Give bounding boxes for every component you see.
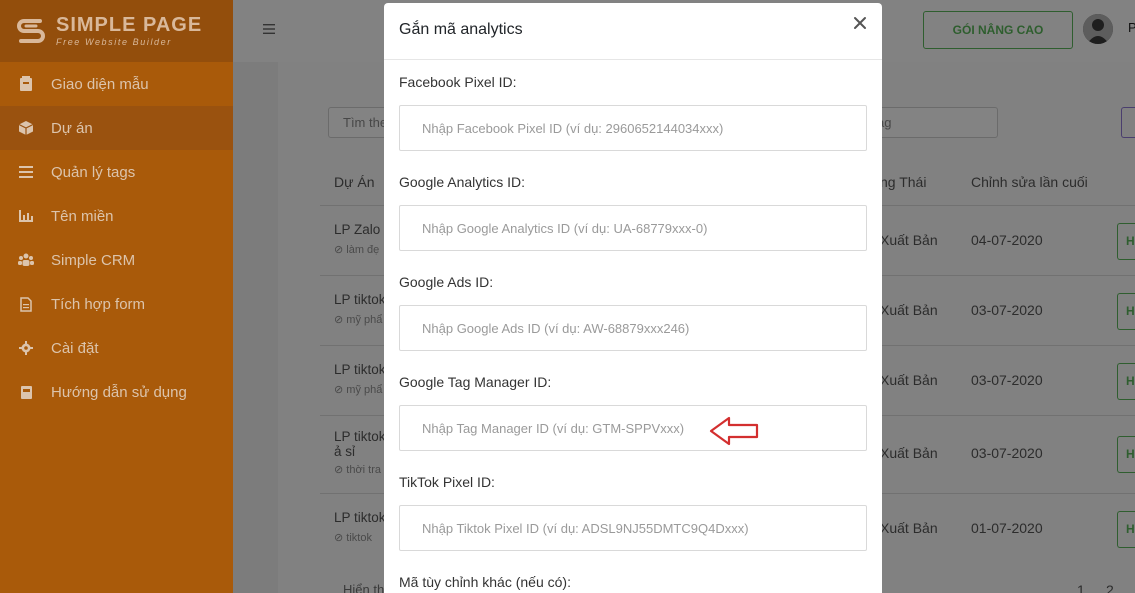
tag-filter-input[interactable]: ag (868, 107, 998, 138)
page-link-2[interactable]: 2 (1106, 582, 1114, 593)
project-tag: ⊘ tiktok (334, 532, 372, 544)
google-ads-label: Google Ads ID: (399, 274, 494, 290)
google-ads-input[interactable] (399, 305, 867, 351)
sidebar-item-templates[interactable]: Giao diện mẫu (0, 62, 233, 106)
gear-icon (18, 340, 34, 356)
modal-title: Gắn mã analytics (399, 21, 523, 38)
template-icon (18, 76, 34, 92)
status-text: Xuất Bản (880, 520, 938, 536)
sidebar-item-crm[interactable]: Simple CRM (0, 238, 233, 282)
close-icon[interactable] (852, 15, 868, 31)
sidebar-item-projects[interactable]: Dự án (0, 106, 233, 150)
users-icon (18, 252, 34, 268)
project-title-continued[interactable]: ả sỉ (334, 444, 355, 459)
modal-header: Gắn mã analytics (384, 3, 882, 60)
sidebar-item-label: Tích hợp form (51, 295, 146, 313)
document-icon (18, 296, 34, 312)
sidebar-item-label: Cài đặt (51, 339, 99, 357)
row-action-button[interactable]: H (1117, 293, 1135, 330)
last-edit-date: 03-07-2020 (971, 302, 1043, 318)
last-edit-date: 04-07-2020 (971, 232, 1043, 248)
page-link-1[interactable]: 1 (1077, 582, 1085, 593)
google-analytics-input[interactable] (399, 205, 867, 251)
status-text: Xuất Bản (880, 445, 938, 461)
sidebar-item-tags[interactable]: Quản lý tags (0, 150, 233, 194)
last-edit-date: 03-07-2020 (971, 372, 1043, 388)
status-text: Xuất Bản (880, 372, 938, 388)
sidebar-item-label: Tên miền (51, 207, 114, 225)
avatar[interactable] (1083, 14, 1113, 44)
pagination-info: Hiển th (343, 582, 385, 593)
list-icon (18, 164, 34, 180)
facebook-pixel-label: Facebook Pixel ID: (399, 74, 517, 90)
bar-chart-icon (18, 208, 34, 224)
arrow-annotation-icon (709, 416, 759, 446)
brand[interactable]: SIMPLE PAGE Free Website Builder (0, 0, 233, 62)
status-text: Xuất Bản (880, 232, 938, 248)
project-title[interactable]: LP tiktok (334, 429, 386, 444)
sidebar-item-domains[interactable]: Tên miền (0, 194, 233, 238)
facebook-pixel-input[interactable] (399, 105, 867, 151)
tiktok-pixel-label: TikTok Pixel ID: (399, 474, 495, 490)
cube-icon (18, 120, 34, 136)
custom-code-label: Mã tùy chỉnh khác (nếu có): (399, 574, 571, 590)
project-tag: ⊘ làm đẹ (334, 244, 380, 256)
row-action-button[interactable]: H (1117, 223, 1135, 260)
google-tag-manager-label: Google Tag Manager ID: (399, 374, 552, 390)
sidebar: SIMPLE PAGE Free Website Builder Giao di… (0, 0, 233, 593)
logo-icon (17, 19, 45, 43)
status-text: Xuất Bản (880, 302, 938, 318)
project-title[interactable]: LP tiktok (334, 510, 386, 525)
project-title[interactable]: LP Zalo (334, 222, 380, 237)
sidebar-item-label: Quản lý tags (51, 163, 136, 181)
hamburger-menu-icon[interactable] (263, 23, 275, 35)
sidebar-item-settings[interactable]: Cài đặt (0, 326, 233, 370)
sidebar-item-guide[interactable]: Hướng dẫn sử dụng (0, 370, 233, 414)
project-title[interactable]: LP tiktok (334, 292, 386, 307)
user-name[interactable]: P (1128, 20, 1135, 35)
project-title[interactable]: LP tiktok (334, 362, 386, 377)
row-action-button[interactable]: H (1117, 436, 1135, 473)
column-header-status: ng Thái (880, 174, 927, 190)
last-edit-date: 03-07-2020 (971, 445, 1043, 461)
book-icon (18, 384, 34, 400)
column-header-project: Dự Án (334, 174, 375, 190)
brand-tagline: Free Website Builder (56, 37, 172, 47)
project-tag: ⊘ thời tra (334, 464, 382, 476)
analytics-modal: Gắn mã analytics Facebook Pixel ID: Goog… (384, 3, 882, 593)
project-tag: ⊘ mỹ phẩ (334, 384, 383, 396)
sidebar-item-label: Dự án (51, 119, 93, 137)
sidebar-item-label: Giao diện mẫu (51, 75, 149, 93)
sidebar-item-label: Simple CRM (51, 251, 136, 269)
tiktok-pixel-input[interactable] (399, 505, 867, 551)
project-tag: ⊘ mỹ phẩ (334, 314, 383, 326)
row-action-button[interactable]: H (1117, 511, 1135, 548)
filter-button[interactable] (1121, 107, 1135, 138)
sidebar-item-form-integration[interactable]: Tích hợp form (0, 282, 233, 326)
column-header-last-edit: Chỉnh sửa lần cuối (971, 174, 1088, 190)
brand-name: SIMPLE PAGE (56, 14, 203, 36)
upgrade-button[interactable]: GÓI NÂNG CAO (923, 11, 1073, 49)
google-analytics-label: Google Analytics ID: (399, 174, 526, 190)
sidebar-item-label: Hướng dẫn sử dụng (51, 383, 187, 401)
last-edit-date: 01-07-2020 (971, 520, 1043, 536)
row-action-button[interactable]: H (1117, 363, 1135, 400)
google-tag-manager-input[interactable] (399, 405, 867, 451)
